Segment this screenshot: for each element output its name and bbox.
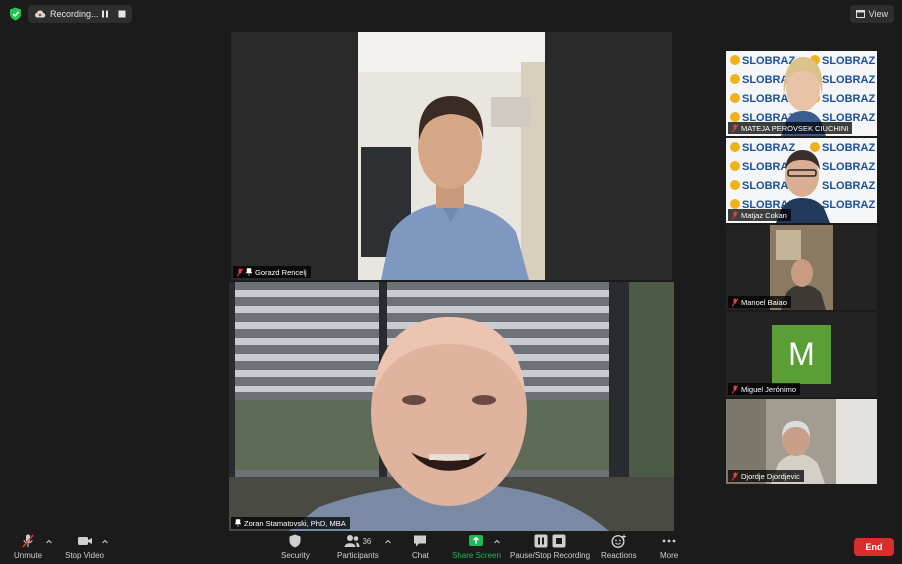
people-icon bbox=[344, 535, 360, 547]
mic-muted-icon bbox=[732, 210, 738, 220]
video-camera-icon bbox=[77, 537, 92, 545]
mic-muted-icon bbox=[732, 384, 738, 394]
microphone-muted-icon bbox=[22, 534, 34, 548]
participant-name: Miguel Jerónimo bbox=[741, 384, 797, 394]
share-screen-icon bbox=[469, 535, 484, 546]
top-speaker-name: Gorazd Rencelj bbox=[255, 267, 307, 277]
video-tile-top-speaker[interactable]: Gorazd Rencelj bbox=[231, 32, 672, 280]
meeting-toolbar: Unmute Stop Video Security 36 Participan… bbox=[0, 531, 902, 564]
security-label: Security bbox=[281, 551, 310, 560]
stop-recording-icon[interactable] bbox=[117, 9, 127, 19]
avatar: M bbox=[772, 325, 831, 384]
chevron-up-icon[interactable] bbox=[385, 539, 391, 544]
cloud-recording-icon bbox=[35, 10, 46, 18]
name-tag-active-speaker: Zoran Stamatovski, PhD, MBA bbox=[231, 517, 350, 529]
recording-label: Recording... bbox=[50, 9, 99, 19]
gallery-tile-2[interactable]: SLOBRAZ SLOBRAZ SLOBRAZ SLOBRAZ SLOBRAZ SLO… bbox=[726, 138, 877, 223]
smiley-plus-icon bbox=[611, 534, 626, 548]
mic-muted-icon bbox=[732, 123, 738, 133]
gallery-tile-1[interactable]: SLOBRAZ SLOBRAZ SLOBRAZ SLOBRAZ SLOBRAZ SLO… bbox=[726, 51, 877, 136]
mic-muted-icon bbox=[732, 471, 738, 481]
gallery-name-tag-5: Djordje Djordjevic bbox=[728, 470, 804, 482]
video-tile-active-speaker[interactable]: Zoran Stamatovski, PhD, MBA bbox=[229, 282, 674, 531]
chevron-up-icon[interactable] bbox=[494, 539, 500, 544]
gallery-tile-3[interactable]: Manoel Baiao bbox=[726, 225, 877, 310]
gallery-name-tag-2: Matjaz Cokan bbox=[728, 209, 791, 221]
more-button[interactable]: More bbox=[660, 534, 678, 560]
ellipsis-icon bbox=[662, 539, 676, 543]
pause-stop-recording-label: Pause/Stop Recording bbox=[510, 551, 591, 560]
svg-text:SLOBRAZ: SLOBRAZ bbox=[742, 55, 795, 67]
stop-video-button[interactable]: Stop Video bbox=[65, 534, 104, 560]
svg-text:SLOBRAZ: SLOBRAZ bbox=[822, 180, 875, 192]
pause-stop-recording-button[interactable]: Pause/Stop Recording bbox=[510, 534, 590, 560]
chevron-up-icon[interactable] bbox=[46, 539, 52, 544]
reactions-button[interactable]: Reactions bbox=[601, 534, 637, 560]
svg-text:SLOBRAZ: SLOBRAZ bbox=[822, 93, 875, 105]
mic-muted-icon bbox=[237, 267, 243, 277]
name-tag-top-speaker: Gorazd Rencelj bbox=[233, 266, 311, 278]
share-screen-label: Share Screen bbox=[452, 551, 501, 560]
reactions-label: Reactions bbox=[601, 551, 637, 560]
chat-label: Chat bbox=[412, 551, 429, 560]
view-label: View bbox=[868, 9, 888, 19]
svg-text:SLOBRAZ: SLOBRAZ bbox=[822, 74, 875, 86]
svg-text:SLOBRAZ: SLOBRAZ bbox=[822, 199, 875, 211]
end-meeting-button[interactable]: End bbox=[854, 538, 894, 556]
gallery-name-tag-4: Miguel Jerónimo bbox=[728, 383, 801, 395]
pin-icon bbox=[246, 268, 252, 276]
stop-icon bbox=[552, 534, 566, 548]
recording-indicator: Recording... bbox=[28, 5, 132, 23]
participant-name: Djordje Djordjevic bbox=[741, 471, 800, 481]
pause-recording-icon[interactable] bbox=[100, 9, 110, 19]
more-label: More bbox=[660, 551, 679, 560]
svg-text:SLOBRAZ: SLOBRAZ bbox=[822, 161, 875, 173]
unmute-button[interactable]: Unmute bbox=[14, 534, 42, 560]
unmute-label: Unmute bbox=[14, 551, 43, 560]
mic-muted-icon bbox=[732, 297, 738, 307]
gallery-name-tag-1: MATEJA PEROVSEK CIUCHINI bbox=[728, 122, 853, 134]
pause-icon bbox=[534, 534, 548, 548]
svg-text:SLOBRAZ: SLOBRAZ bbox=[822, 142, 875, 154]
participant-name: Manoel Baiao bbox=[741, 297, 787, 307]
gallery-tile-4[interactable]: M Miguel Jerónimo bbox=[726, 312, 877, 397]
participants-button[interactable]: 36 Participants bbox=[337, 534, 379, 560]
gallery-name-tag-3: Manoel Baiao bbox=[728, 296, 791, 308]
share-screen-button[interactable]: Share Screen bbox=[452, 534, 501, 560]
active-speaker-name: Zoran Stamatovski, PhD, MBA bbox=[244, 518, 346, 528]
stop-video-label: Stop Video bbox=[65, 551, 104, 560]
security-shield-icon[interactable] bbox=[9, 7, 22, 21]
security-button[interactable]: Security bbox=[281, 534, 310, 560]
grid-view-icon bbox=[855, 10, 865, 18]
chevron-up-icon[interactable] bbox=[102, 539, 108, 544]
pin-icon bbox=[235, 519, 241, 527]
participant-name: MATEJA PEROVSEK CIUCHINI bbox=[741, 123, 849, 133]
svg-text:SLOBRAZ: SLOBRAZ bbox=[822, 55, 875, 67]
participant-name: Matjaz Cokan bbox=[741, 210, 787, 220]
svg-text:SLOBRAZ: SLOBRAZ bbox=[742, 142, 795, 154]
chat-button[interactable]: Chat bbox=[412, 534, 429, 560]
participants-label: Participants bbox=[337, 551, 379, 560]
end-label: End bbox=[865, 542, 883, 552]
gallery-tile-5[interactable]: Djordje Djordjevic bbox=[726, 399, 877, 484]
view-button[interactable]: View bbox=[849, 5, 894, 23]
shield-icon bbox=[289, 534, 301, 548]
chat-bubble-icon bbox=[414, 535, 427, 547]
avatar-letter: M bbox=[788, 336, 815, 372]
participants-count: 36 bbox=[362, 536, 372, 546]
active-speaker-video bbox=[229, 282, 674, 531]
top-bar: Recording... View bbox=[0, 0, 902, 28]
top-speaker-video bbox=[231, 32, 672, 280]
